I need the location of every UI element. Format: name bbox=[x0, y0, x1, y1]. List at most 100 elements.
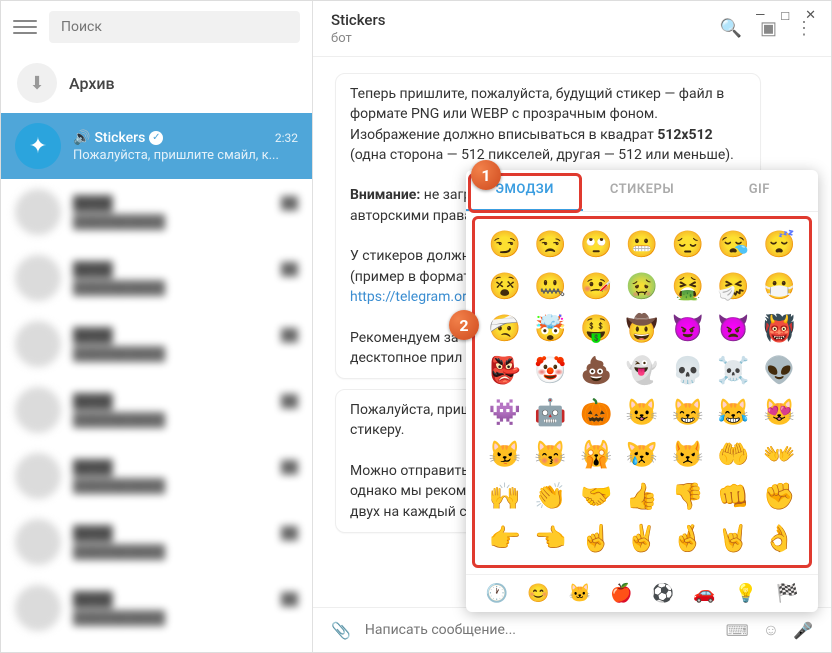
emoji-cell[interactable]: 🤡 bbox=[531, 353, 571, 389]
emoji-cell[interactable]: 👊 bbox=[714, 479, 754, 515]
chat-item-stickers[interactable]: ✦ 🔊 Stickers ✓ 2:32 Пожалуйста, пришлите… bbox=[1, 113, 312, 179]
chat-item[interactable]: ████████████████ bbox=[1, 377, 312, 443]
link[interactable]: https://telegram.org/i bbox=[350, 289, 484, 305]
emoji-cell[interactable]: 😼 bbox=[485, 437, 525, 473]
window-min[interactable]: — bbox=[755, 8, 765, 24]
emoji-cell[interactable]: 👌 bbox=[759, 521, 799, 557]
emoji-cell[interactable]: 🤲 bbox=[714, 437, 754, 473]
emoji-cell[interactable]: 😏 bbox=[485, 227, 525, 263]
emoji-cell[interactable]: 👾 bbox=[485, 395, 525, 431]
verified-icon: ✓ bbox=[149, 131, 163, 145]
emoji-cell[interactable]: 😴 bbox=[759, 227, 799, 263]
archive-label: Архив bbox=[69, 74, 115, 93]
emoji-cell[interactable]: 😪 bbox=[714, 227, 754, 263]
emoji-cell[interactable]: 🙌 bbox=[485, 479, 525, 515]
emoji-cell[interactable]: 🙄 bbox=[576, 227, 616, 263]
emoji-category[interactable]: ⚽ bbox=[652, 583, 674, 604]
emoji-tab-stickers[interactable]: СТИКЕРЫ bbox=[583, 170, 700, 211]
emoji-cell[interactable]: 💩 bbox=[576, 353, 616, 389]
chat-time: 2:32 bbox=[275, 131, 298, 145]
menu-button[interactable] bbox=[13, 15, 37, 39]
emoji-category[interactable]: 😊 bbox=[527, 583, 549, 604]
chat-subtitle: бот bbox=[331, 31, 385, 46]
emoji-cell[interactable]: 🤕 bbox=[485, 311, 525, 347]
emoji-cell[interactable]: ☝️ bbox=[576, 521, 616, 557]
chat-title: Stickers bbox=[331, 11, 385, 29]
emoji-cell[interactable]: 🤘 bbox=[714, 521, 754, 557]
emoji-grid: 😏😒🙄😬😔😪😴 😵🤐🤒🤢🤮🤧😷 🤕🤯🤑🤠😈👿👹 👺🤡💩👻💀☠️👽 👾🤖🎃😺😸😹😻 😼😽🙀😿… bbox=[472, 216, 812, 568]
emoji-cell[interactable]: 😹 bbox=[714, 395, 754, 431]
emoji-cell[interactable]: 💀 bbox=[668, 353, 708, 389]
message-input[interactable] bbox=[365, 622, 712, 638]
emoji-categories: 🕐 😊 🐱 🍎 ⚽ 🚗 💡 🏁 bbox=[466, 574, 818, 612]
chat-item[interactable]: ████████████████ bbox=[1, 311, 312, 377]
chat-item[interactable]: ████████████████ bbox=[1, 179, 312, 245]
emoji-cell[interactable]: 👿 bbox=[714, 311, 754, 347]
emoji-cell[interactable]: 🤞 bbox=[668, 521, 708, 557]
emoji-cell[interactable]: 👉 bbox=[485, 521, 525, 557]
emoji-category[interactable]: 🏁 bbox=[776, 583, 798, 604]
emoji-cell[interactable]: 😸 bbox=[668, 395, 708, 431]
emoji-cell[interactable]: 👹 bbox=[759, 311, 799, 347]
attach-icon[interactable]: 📎 bbox=[331, 621, 351, 640]
emoji-cell[interactable]: 🤢 bbox=[622, 269, 662, 305]
emoji-cell[interactable]: 👎 bbox=[668, 479, 708, 515]
emoji-cell[interactable]: 🙀 bbox=[576, 437, 616, 473]
archive-row[interactable]: ⬇ Архив bbox=[1, 53, 312, 113]
emoji-cell[interactable]: 👻 bbox=[622, 353, 662, 389]
keyboard-icon[interactable]: ⌨ bbox=[726, 621, 749, 640]
emoji-cell[interactable]: 🤝 bbox=[576, 479, 616, 515]
window-max[interactable]: □ bbox=[781, 8, 789, 24]
emoji-cell[interactable]: 😒 bbox=[531, 227, 571, 263]
emoji-cell[interactable]: 😻 bbox=[759, 395, 799, 431]
emoji-cell[interactable]: ☠️ bbox=[714, 353, 754, 389]
emoji-cell[interactable]: 😺 bbox=[622, 395, 662, 431]
chat-name: 🔊 Stickers ✓ bbox=[73, 130, 163, 146]
emoji-cell[interactable]: 🤒 bbox=[576, 269, 616, 305]
chat-item[interactable]: ████████████████ bbox=[1, 443, 312, 509]
emoji-category[interactable]: 🚗 bbox=[693, 583, 715, 604]
emoji-cell[interactable]: 😔 bbox=[668, 227, 708, 263]
emoji-cell[interactable]: 😵 bbox=[485, 269, 525, 305]
emoji-cell[interactable]: 🤧 bbox=[714, 269, 754, 305]
emoji-cell[interactable]: 😈 bbox=[668, 311, 708, 347]
emoji-panel: ЭМОДЗИ СТИКЕРЫ GIF 😏😒🙄😬😔😪😴😵🤐🤒🤢🤮🤧😷🤕🤯🤑🤠😈👿👹… bbox=[466, 170, 818, 612]
emoji-cell[interactable]: 👏 bbox=[531, 479, 571, 515]
emoji-category[interactable]: 🐱 bbox=[569, 583, 591, 604]
emoji-cell[interactable]: 🤐 bbox=[531, 269, 571, 305]
emoji-cell[interactable]: 👍 bbox=[622, 479, 662, 515]
callout-1: 1 bbox=[471, 160, 501, 190]
search-input[interactable] bbox=[49, 11, 300, 43]
emoji-cell[interactable]: 🤖 bbox=[531, 395, 571, 431]
emoji-cell[interactable]: 😾 bbox=[668, 437, 708, 473]
window-close[interactable]: ✕ bbox=[805, 8, 816, 24]
emoji-cell[interactable]: 👽 bbox=[759, 353, 799, 389]
emoji-cell[interactable]: 😿 bbox=[622, 437, 662, 473]
chat-item[interactable]: ████████████████ bbox=[1, 575, 312, 641]
emoji-icon[interactable]: ☺ bbox=[763, 620, 779, 640]
chat-preview: Пожалуйста, пришлите смайл, к... bbox=[73, 148, 298, 163]
avatar-icon: ✦ bbox=[15, 123, 61, 169]
emoji-cell[interactable]: 😽 bbox=[531, 437, 571, 473]
search-icon[interactable]: 🔍 bbox=[720, 18, 742, 39]
voice-icon[interactable]: 🎤 bbox=[793, 621, 813, 640]
chat-item[interactable]: ████████████████ bbox=[1, 245, 312, 311]
emoji-cell[interactable]: 👺 bbox=[485, 353, 525, 389]
emoji-cell[interactable]: 🎃 bbox=[576, 395, 616, 431]
emoji-cell[interactable]: ✌️ bbox=[622, 521, 662, 557]
emoji-category[interactable]: 🍎 bbox=[610, 583, 632, 604]
emoji-category[interactable]: 💡 bbox=[735, 583, 757, 604]
emoji-cell[interactable]: 👐 bbox=[759, 437, 799, 473]
emoji-cell[interactable]: 🤯 bbox=[531, 311, 571, 347]
chat-item[interactable]: ████████████████ bbox=[1, 509, 312, 575]
emoji-cell[interactable]: 🤑 bbox=[576, 311, 616, 347]
emoji-cell[interactable]: 👈 bbox=[531, 521, 571, 557]
sidebar: ⬇ Архив ✦ 🔊 Stickers ✓ 2:32 Пожалуйста, … bbox=[1, 1, 313, 652]
emoji-cell[interactable]: 🤮 bbox=[668, 269, 708, 305]
emoji-category[interactable]: 🕐 bbox=[486, 583, 508, 604]
emoji-cell[interactable]: 😬 bbox=[622, 227, 662, 263]
emoji-cell[interactable]: 😷 bbox=[759, 269, 799, 305]
emoji-tab-gif[interactable]: GIF bbox=[701, 170, 818, 211]
emoji-cell[interactable]: 🤠 bbox=[622, 311, 662, 347]
emoji-cell[interactable]: ✊ bbox=[759, 479, 799, 515]
